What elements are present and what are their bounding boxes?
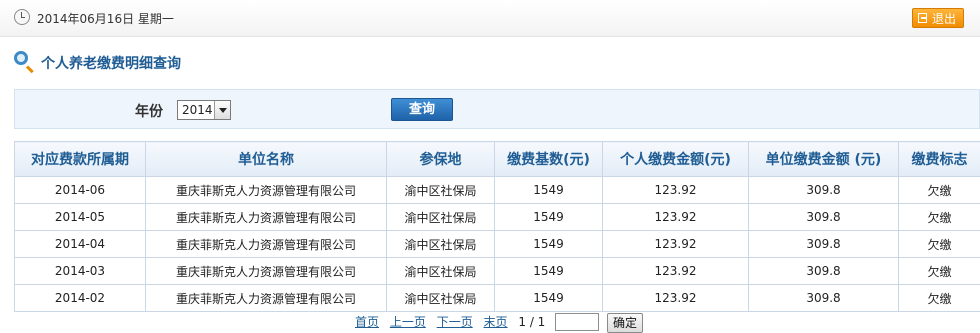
table-header-row: 对应费款所属期 单位名称 参保地 缴费基数(元) 个人缴费金额(元) 单位缴费金…: [15, 142, 980, 177]
table-row: 2014-05 重庆菲斯克人力资源管理有限公司 渝中区社保局 1549 123.…: [15, 204, 980, 231]
page-title: 个人养老缴费明细查询: [41, 53, 181, 73]
cell-contribution-base: 1549: [495, 204, 603, 231]
cell-insured-location: 渝中区社保局: [387, 258, 495, 285]
cell-company-amount: 309.8: [749, 177, 899, 204]
header-payment-status: 缴费标志: [899, 142, 980, 177]
cell-insured-location: 渝中区社保局: [387, 285, 495, 312]
cell-period: 2014-05: [15, 204, 146, 231]
page-number-input[interactable]: [555, 313, 599, 331]
cell-company-amount: 309.8: [749, 204, 899, 231]
cell-period: 2014-06: [15, 177, 146, 204]
table-row: 2014-02 重庆菲斯克人力资源管理有限公司 渝中区社保局 1549 123.…: [15, 285, 980, 312]
cell-company: 重庆菲斯克人力资源管理有限公司: [146, 177, 387, 204]
cell-company: 重庆菲斯克人力资源管理有限公司: [146, 231, 387, 258]
pagination: 首页 上一页 下一页 末页 1 / 1 确定: [355, 313, 643, 333]
cell-payment-status: 欠缴: [899, 231, 980, 258]
cell-company: 重庆菲斯克人力资源管理有限公司: [146, 258, 387, 285]
logout-button[interactable]: 退出: [912, 8, 964, 28]
payment-detail-table: 对应费款所属期 单位名称 参保地 缴费基数(元) 个人缴费金额(元) 单位缴费金…: [14, 141, 980, 312]
cell-payment-status: 欠缴: [899, 204, 980, 231]
header-company-amount: 单位缴费金额 (元): [749, 142, 899, 177]
cell-contribution-base: 1549: [495, 258, 603, 285]
cell-company: 重庆菲斯克人力资源管理有限公司: [146, 285, 387, 312]
year-select[interactable]: 2014: [177, 100, 231, 120]
chevron-down-icon[interactable]: [214, 101, 230, 119]
cell-insured-location: 渝中区社保局: [387, 204, 495, 231]
cell-period: 2014-02: [15, 285, 146, 312]
header-personal-amount: 个人缴费金额(元): [603, 142, 749, 177]
current-date: 2014年06月16日 星期一: [37, 10, 174, 27]
cell-period: 2014-04: [15, 231, 146, 258]
cell-payment-status: 欠缴: [899, 258, 980, 285]
cell-insured-location: 渝中区社保局: [387, 177, 495, 204]
cell-contribution-base: 1549: [495, 177, 603, 204]
cell-personal-amount: 123.92: [603, 204, 749, 231]
exit-icon: [918, 13, 927, 23]
cell-company-amount: 309.8: [749, 258, 899, 285]
magnifier-icon: [14, 51, 28, 65]
cell-company-amount: 309.8: [749, 231, 899, 258]
search-panel: 年份 2014 查询: [14, 89, 980, 129]
cell-personal-amount: 123.92: [603, 285, 749, 312]
cell-personal-amount: 123.92: [603, 231, 749, 258]
header-insured-location: 参保地: [387, 142, 495, 177]
year-select-value: 2014: [182, 103, 213, 117]
cell-insured-location: 渝中区社保局: [387, 231, 495, 258]
header-company: 单位名称: [146, 142, 387, 177]
top-bar: 2014年06月16日 星期一 退出: [0, 0, 980, 37]
logout-label: 退出: [932, 9, 956, 29]
clock-icon: [14, 9, 30, 25]
cell-payment-status: 欠缴: [899, 177, 980, 204]
cell-personal-amount: 123.92: [603, 177, 749, 204]
year-label: 年份: [135, 101, 163, 121]
header-contribution-base: 缴费基数(元): [495, 142, 603, 177]
table-row: 2014-04 重庆菲斯克人力资源管理有限公司 渝中区社保局 1549 123.…: [15, 231, 980, 258]
query-button[interactable]: 查询: [391, 98, 453, 121]
table-row: 2014-03 重庆菲斯克人力资源管理有限公司 渝中区社保局 1549 123.…: [15, 258, 980, 285]
cell-personal-amount: 123.92: [603, 258, 749, 285]
table-row: 2014-06 重庆菲斯克人力资源管理有限公司 渝中区社保局 1549 123.…: [15, 177, 980, 204]
header-period: 对应费款所属期: [15, 142, 146, 177]
cell-contribution-base: 1549: [495, 285, 603, 312]
cell-contribution-base: 1549: [495, 231, 603, 258]
cell-company: 重庆菲斯克人力资源管理有限公司: [146, 204, 387, 231]
cell-period: 2014-03: [15, 258, 146, 285]
go-button[interactable]: 确定: [607, 313, 643, 333]
cell-company-amount: 309.8: [749, 285, 899, 312]
cell-payment-status: 欠缴: [899, 285, 980, 312]
